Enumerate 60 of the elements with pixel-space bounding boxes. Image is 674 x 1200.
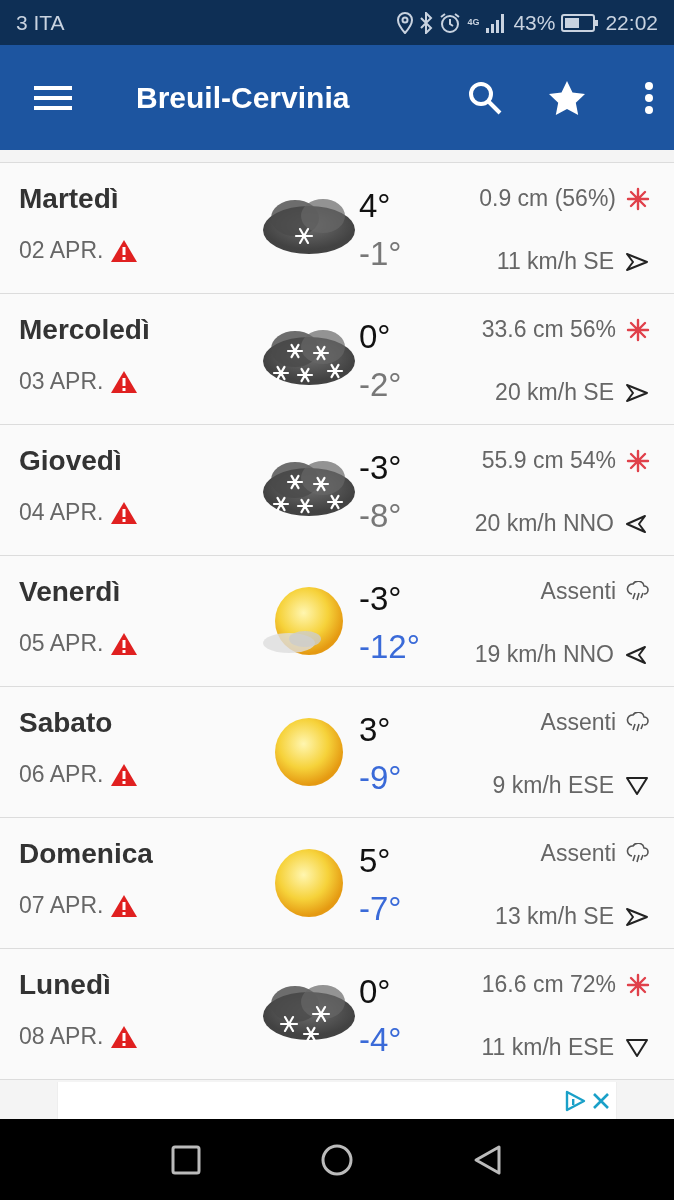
- wind-text: 11 km/h ESE: [481, 1034, 614, 1061]
- low-temperature: -9°: [359, 760, 403, 796]
- forecast-date: 02 APR.: [19, 237, 104, 264]
- day-name: Lunedì: [19, 969, 112, 1001]
- forecast-date: 05 APR.: [19, 630, 104, 657]
- more-options-button[interactable]: [644, 80, 654, 115]
- high-temperature: -3°: [359, 450, 403, 486]
- battery-icon: [561, 12, 600, 33]
- wind-text: 19 km/h NNO: [474, 641, 614, 668]
- search-button[interactable]: [468, 80, 502, 115]
- precipitation-text: Assenti: [540, 578, 616, 605]
- high-temperature: 0°: [359, 319, 392, 355]
- high-temperature: 0°: [359, 974, 392, 1010]
- wind-text: 20 km/h NNO: [474, 510, 614, 537]
- alarm-icon: [439, 11, 462, 34]
- bluetooth-icon: [419, 11, 434, 34]
- low-temperature: -12°: [359, 629, 421, 665]
- forecast-date: 04 APR.: [19, 499, 104, 526]
- favorite-button[interactable]: [548, 79, 586, 116]
- carrier-name: 3 ITA: [16, 10, 65, 35]
- day-name: Sabato: [19, 707, 114, 739]
- forecast-date: 03 APR.: [19, 368, 104, 395]
- day-name: Venerdì: [19, 576, 122, 608]
- precipitation-text: 16.6 cm 72%: [481, 971, 616, 998]
- home-button[interactable]: [321, 1143, 353, 1176]
- network-label: 4G: [467, 18, 480, 27]
- day-name: Giovedì: [19, 445, 123, 477]
- low-temperature: -7°: [359, 891, 403, 927]
- low-temperature: -2°: [359, 367, 403, 403]
- low-temperature: -1°: [359, 236, 403, 272]
- high-temperature: -3°: [359, 581, 403, 617]
- wind-text: 13 km/h SE: [495, 903, 614, 930]
- precipitation-text: 55.9 cm 54%: [481, 447, 616, 474]
- precipitation-text: 0.9 cm (56%): [479, 185, 616, 212]
- precipitation-text: Assenti: [540, 709, 616, 736]
- forecast-date: 06 APR.: [19, 761, 104, 788]
- low-temperature: -8°: [359, 498, 403, 534]
- high-temperature: 4°: [359, 188, 392, 224]
- precipitation-text: 33.6 cm 56%: [481, 316, 616, 343]
- menu-button[interactable]: [34, 84, 72, 111]
- battery-percent: 43%: [513, 10, 556, 35]
- recent-apps-button[interactable]: [171, 1144, 201, 1175]
- ad-info-icon[interactable]: [564, 1089, 586, 1112]
- wind-text: 9 km/h ESE: [492, 772, 614, 799]
- close-icon[interactable]: [592, 1091, 610, 1110]
- location-title: Breuil-Cervinia: [136, 80, 351, 115]
- wind-text: 20 km/h SE: [495, 379, 614, 406]
- wind-text: 11 km/h SE: [496, 248, 614, 275]
- forecast-date: 08 APR.: [19, 1023, 104, 1050]
- precipitation-text: Assenti: [540, 840, 616, 867]
- location-icon: [397, 11, 414, 34]
- low-temperature: -4°: [359, 1022, 403, 1058]
- high-temperature: 5°: [359, 843, 392, 879]
- clock-time: 22:02: [605, 10, 658, 35]
- day-name: Domenica: [19, 838, 154, 870]
- day-name: Mercoledì: [19, 314, 151, 346]
- day-name: Martedì: [19, 183, 120, 215]
- forecast-date: 07 APR.: [19, 892, 104, 919]
- back-button[interactable]: [473, 1143, 503, 1176]
- high-temperature: 3°: [359, 712, 392, 748]
